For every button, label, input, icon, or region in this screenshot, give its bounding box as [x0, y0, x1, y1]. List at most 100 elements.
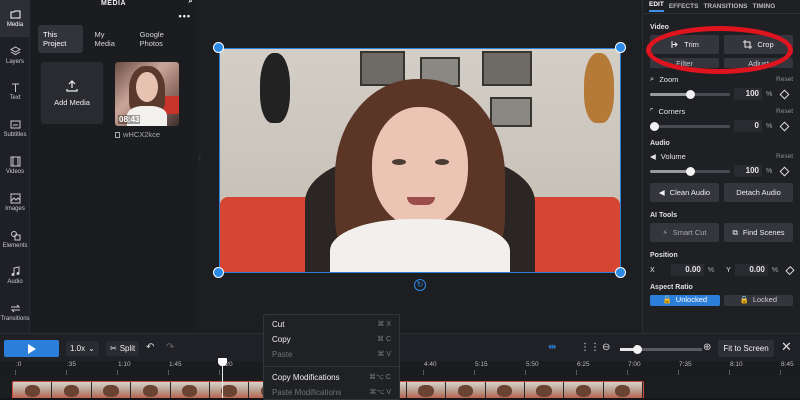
rail-item-text[interactable]: Text [0, 74, 30, 111]
corners-slider[interactable] [650, 121, 730, 131]
menu-item-copy-modifications[interactable]: Copy Modifications ⌘⌥ C [264, 371, 399, 386]
rail-item-subtitles[interactable]: Subtitles [0, 110, 30, 147]
detach-audio-button[interactable]: Detach Audio [724, 183, 793, 202]
speed-label: 1.0x [70, 344, 86, 353]
corners-value-input[interactable]: 0 [734, 120, 762, 132]
menu-shortcut: ⌘ V [377, 351, 391, 358]
trim-button[interactable]: Trim [650, 35, 719, 54]
more-options-icon[interactable]: ••• [179, 12, 191, 21]
tab-my-media[interactable]: My Media [89, 25, 128, 53]
aspect-unlocked-button[interactable]: 🔓 Unlocked [650, 295, 720, 306]
zoom-keyframe-icon[interactable] [779, 89, 790, 99]
clip-duration: 08:43 [118, 115, 141, 124]
zoom-out-icon[interactable]: ⊖ [602, 342, 610, 353]
resize-handle-top-right[interactable] [615, 42, 626, 53]
scissors-icon: ✂ [110, 344, 117, 353]
clip-name-label: wHCX2kce [123, 130, 161, 139]
adjust-button[interactable]: Adjust [724, 58, 793, 68]
volume-slider[interactable] [650, 166, 730, 176]
volume-keyframe-icon[interactable] [779, 166, 790, 176]
resize-handle-bottom-left[interactable] [213, 267, 224, 278]
menu-item-cut[interactable]: Cut ⌘ X [264, 318, 399, 333]
menu-item-copy[interactable]: Copy ⌘ C [264, 333, 399, 348]
volume-reset-button[interactable]: Reset [776, 153, 793, 160]
find-scenes-label: Find Scenes [742, 228, 785, 237]
playhead-handle[interactable] [218, 358, 227, 366]
menu-divider [264, 366, 399, 367]
rail-item-elements[interactable]: Elements [0, 221, 30, 258]
redo-icon[interactable]: ↷ [166, 342, 174, 353]
volume-value-input[interactable]: 100 [734, 165, 762, 177]
resize-handle-top-left[interactable] [213, 42, 224, 53]
position-x-input[interactable]: 0.00 [670, 264, 704, 276]
trim-icon [671, 41, 678, 48]
clean-audio-button[interactable]: ◀ Clean Audio [650, 183, 719, 202]
position-keyframe-icon[interactable] [785, 265, 795, 275]
rail-item-label: Transitions [0, 316, 30, 323]
corners-icon: ⌜ [650, 107, 654, 116]
position-section-label: Position [650, 252, 678, 259]
split-button[interactable]: ✂ Split [106, 341, 140, 356]
menu-item-label: Paste Modifications [272, 388, 342, 397]
smart-cut-icon: ⚡ [662, 228, 668, 237]
tab-edit[interactable]: EDIT [649, 1, 664, 12]
rail-item-label: Media [6, 21, 24, 28]
zoom-in-icon[interactable]: ⊕ [703, 342, 711, 353]
undo-icon[interactable]: ↶ [146, 342, 154, 353]
split-label: Split [119, 344, 136, 353]
tab-transitions[interactable]: TRANSITIONS [703, 3, 747, 10]
zoom-value-input[interactable]: 100 [734, 88, 762, 100]
find-scenes-icon: ⧉ [732, 227, 738, 237]
unlock-icon: 🔓 [662, 295, 672, 304]
position-y-input[interactable]: 0.00 [734, 264, 768, 276]
tool-rail: Media Layers Text Subtitles Videos Images Elem… [0, 0, 30, 333]
crop-button[interactable]: Crop [724, 35, 793, 54]
rail-item-media[interactable]: Media [0, 0, 30, 37]
snap-icon[interactable]: ⇹ [548, 342, 556, 353]
menu-item-label: Cut [272, 320, 285, 329]
menu-item-paste[interactable]: Paste ⌘ V [264, 348, 399, 363]
corners-reset-button[interactable]: Reset [776, 108, 793, 115]
rail-item-layers[interactable]: Layers [0, 37, 30, 74]
panel-resize-handle[interactable]: ⋮ [197, 155, 203, 163]
play-button[interactable] [4, 340, 59, 357]
zoom-slider[interactable] [650, 89, 730, 99]
aspect-locked-button[interactable]: 🔒 Locked [723, 295, 793, 306]
resize-handle-bottom-right[interactable] [615, 267, 626, 278]
ruler-tick: :0 [14, 361, 22, 375]
corners-keyframe-icon[interactable] [779, 121, 790, 131]
zoom-reset-button[interactable]: Reset [776, 76, 793, 83]
properties-tabs: EDIT EFFECTS TRANSITIONS TIMING [643, 0, 800, 14]
rail-item-videos[interactable]: Videos [0, 147, 30, 184]
menu-shortcut: ⌘ C [377, 336, 391, 343]
rail-item-images[interactable]: Images [0, 184, 30, 221]
media-clip-card[interactable]: 08:43 wHCX2kce [115, 62, 179, 139]
tab-timing[interactable]: TIMING [753, 3, 776, 10]
add-media-button[interactable]: Add Media [41, 62, 103, 124]
tab-effects[interactable]: EFFECTS [669, 3, 699, 10]
close-icon[interactable]: ✕ [781, 339, 792, 355]
rotate-handle-icon[interactable]: ↻ [414, 279, 426, 291]
volume-label: Volume [660, 152, 686, 161]
smart-cut-button[interactable]: ⚡ Smart Cut [650, 223, 719, 242]
menu-item-paste-modifications[interactable]: Paste Modifications ⌘⌥ V [264, 386, 399, 400]
tab-this-project[interactable]: This Project [38, 25, 84, 53]
timeline-zoom-slider[interactable] [620, 345, 702, 354]
upload-icon [66, 79, 78, 92]
rail-item-transitions[interactable]: Transitions [0, 294, 30, 331]
rail-item-audio[interactable]: Audio [0, 258, 30, 295]
tab-google-photos[interactable]: Google Photos [135, 25, 189, 53]
fit-to-screen-button[interactable]: Fit to Screen [718, 340, 774, 357]
search-icon[interactable]: ⌕ [189, 0, 193, 6]
rail-item-label: Audio [7, 279, 23, 286]
menu-item-label: Copy Modifications [272, 373, 340, 382]
ruler-tick: 1:45 [168, 361, 182, 375]
video-preview[interactable] [219, 48, 621, 273]
waveform-icon[interactable]: ⋮⋮ [580, 342, 600, 353]
clip-thumbnail[interactable]: 08:43 [115, 62, 179, 126]
find-scenes-button[interactable]: ⧉ Find Scenes [724, 223, 793, 242]
filter-button[interactable]: Filter [650, 58, 719, 68]
timeline-ruler[interactable]: :0:35 1:10 1:45 2:20 4:40 5:15 5:50 6:25 7:00 7:3… [0, 361, 800, 377]
images-icon [10, 193, 20, 204]
speed-dropdown[interactable]: 1.0x ⌄ [66, 341, 99, 356]
